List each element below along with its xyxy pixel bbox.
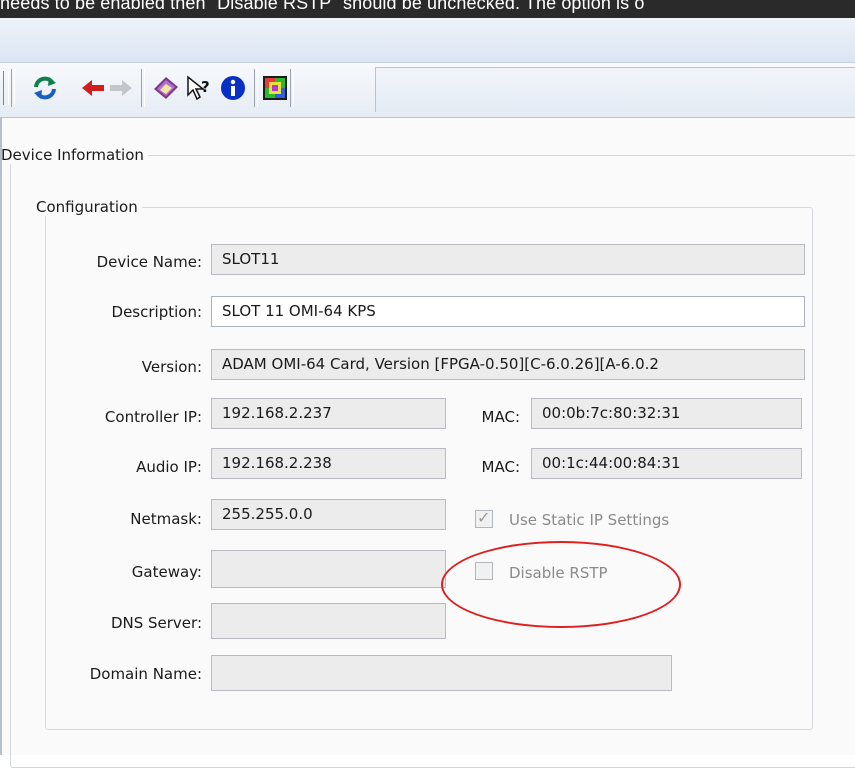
- controller-ip-field[interactable]: 192.168.2.237: [211, 398, 446, 429]
- audio-ip-field[interactable]: 192.168.2.238: [211, 448, 446, 479]
- book-icon[interactable]: [151, 73, 181, 103]
- annotation-circle: [441, 541, 681, 628]
- color-grid-icon[interactable]: [260, 73, 290, 103]
- configuration-legend: Configuration: [36, 198, 138, 216]
- domain-name-field[interactable]: [211, 655, 672, 691]
- static-ip-label: Use Static IP Settings: [509, 511, 670, 529]
- gateway-field[interactable]: [211, 550, 446, 588]
- netmask-label: Netmask:: [130, 510, 202, 528]
- version-label: Version:: [141, 358, 202, 376]
- document-text: needs to be enabled then "Disable RSTP" …: [0, 0, 645, 13]
- controller-mac-field[interactable]: 00:0b:7c:80:32:31: [531, 398, 802, 429]
- static-ip-checkbox[interactable]: [475, 508, 493, 528]
- document-text-strip: needs to be enabled then "Disable RSTP" …: [0, 0, 855, 18]
- audio-ip-label: Audio IP:: [136, 458, 202, 476]
- domain-name-label: Domain Name:: [89, 665, 202, 683]
- toolbar: ?: [0, 63, 855, 118]
- help-pointer-icon[interactable]: ?: [185, 73, 215, 103]
- controller-ip-label: Controller IP:: [104, 408, 202, 426]
- device-name-field[interactable]: SLOT11: [211, 244, 805, 275]
- dns-server-field[interactable]: [211, 603, 446, 639]
- version-field[interactable]: ADAM OMI-64 Card, Version [FPGA-0.50][C-…: [211, 349, 805, 380]
- svg-text:?: ?: [201, 78, 210, 96]
- gateway-label: Gateway:: [131, 563, 202, 581]
- netmask-field[interactable]: 255.255.0.0: [211, 499, 446, 530]
- window-left-edge: [0, 118, 2, 755]
- back-arrow-icon[interactable]: [78, 73, 108, 103]
- forward-arrow-icon[interactable]: [106, 73, 136, 103]
- info-icon[interactable]: [218, 73, 248, 103]
- toolbar-separator: [290, 69, 294, 107]
- description-label: Description:: [111, 303, 202, 321]
- dns-server-label: DNS Server:: [110, 614, 202, 632]
- device-name-label: Device Name:: [96, 253, 202, 271]
- audio-mac-field[interactable]: 00:1c:44:00:84:31: [531, 448, 802, 479]
- toolbar-separator: [141, 69, 145, 107]
- description-input[interactable]: SLOT 11 OMI-64 KPS: [211, 296, 805, 327]
- audio-mac-label: MAC:: [481, 458, 520, 476]
- window-titlebar: [0, 18, 855, 63]
- refresh-icon[interactable]: [30, 73, 60, 103]
- toolbar-grip[interactable]: [3, 71, 9, 105]
- toolbar-empty-area: [375, 67, 855, 112]
- toolbar-separator: [11, 69, 15, 107]
- controller-mac-label: MAC:: [481, 408, 520, 426]
- device-information-legend: Device Information: [1, 146, 144, 164]
- toolbar-separator: [254, 69, 258, 107]
